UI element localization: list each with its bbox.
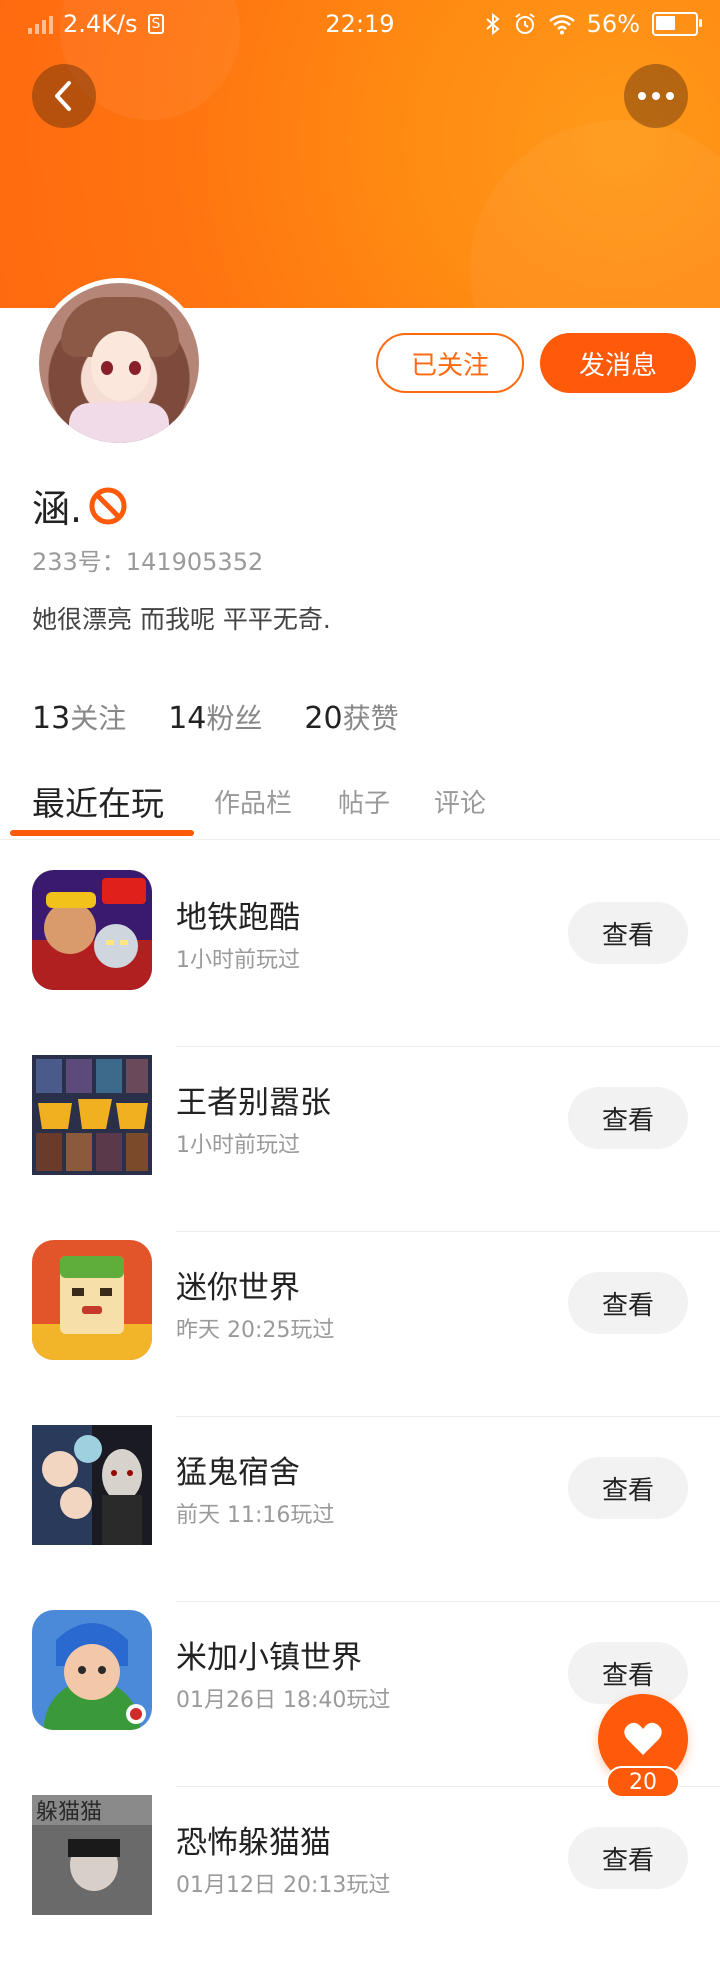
- like-count-badge: 20: [606, 1766, 680, 1798]
- subway-surfers-icon: [32, 870, 152, 990]
- stat-number: 20: [304, 701, 343, 736]
- divider: [0, 839, 720, 840]
- battery-icon: [652, 12, 702, 36]
- bluetooth-icon: [485, 12, 500, 36]
- game-icon-label: 躲猫猫: [36, 1800, 102, 1825]
- list-item[interactable]: 地铁跑酷 1小时前玩过 查看: [0, 862, 720, 1047]
- view-button[interactable]: 查看: [568, 1642, 688, 1704]
- mini-world-icon: [32, 1240, 152, 1360]
- ban-icon: [89, 487, 127, 524]
- game-title: 迷你世界: [176, 1270, 300, 1306]
- game-last-played: 1小时前玩过: [176, 948, 300, 973]
- battery-percent: 56%: [586, 10, 640, 38]
- tab-posts[interactable]: 帖子: [338, 783, 390, 820]
- stat-followers[interactable]: 14粉丝: [168, 697, 262, 737]
- list-item[interactable]: 王者别嚣张 1小时前玩过 查看: [0, 1047, 720, 1232]
- stat-likes[interactable]: 20获赞: [304, 697, 398, 737]
- profile-tabs: 最近在玩 作品栏 帖子 评论: [0, 775, 720, 839]
- game-title: 米加小镇世界: [176, 1640, 362, 1676]
- game-last-played: 01月12日 20:13玩过: [176, 1873, 391, 1898]
- horror-hide-seek-icon: 躲猫猫: [32, 1795, 152, 1915]
- recent-games-list: 地铁跑酷 1小时前玩过 查看 王者别嚣张 1小时前玩过 查看 迷你世界 昨天 2…: [0, 862, 720, 1972]
- ghost-dorm-icon: [32, 1425, 152, 1545]
- game-last-played: 昨天 20:25玩过: [176, 1318, 335, 1343]
- status-bar: 2.4K/s S 22:19 56%: [0, 0, 720, 50]
- stat-following[interactable]: 13关注: [32, 697, 126, 737]
- followed-button[interactable]: 已关注: [376, 333, 524, 393]
- game-last-played: 前天 11:16玩过: [176, 1503, 335, 1528]
- list-item[interactable]: 猛鬼宿舍 前天 11:16玩过 查看: [0, 1417, 720, 1602]
- view-button[interactable]: 查看: [568, 1457, 688, 1519]
- header-decoration: [470, 120, 720, 308]
- tab-recently-played[interactable]: 最近在玩: [32, 777, 164, 825]
- avatar-image: [39, 283, 199, 443]
- list-item[interactable]: 躲猫猫 恐怖躲猫猫 01月12日 20:13玩过 查看: [0, 1787, 720, 1972]
- stat-label: 粉丝: [206, 702, 263, 735]
- game-title: 王者别嚣张: [176, 1085, 331, 1121]
- chevron-left-icon: [55, 81, 71, 111]
- game-last-played: 1小时前玩过: [176, 1133, 300, 1158]
- user-bio: 她很漂亮 而我呢 平平无奇.: [32, 605, 331, 634]
- 5v5-game-icon: [32, 1055, 152, 1175]
- send-message-button[interactable]: 发消息: [540, 333, 696, 393]
- username-text: 涵.: [32, 487, 83, 531]
- view-button[interactable]: 查看: [568, 902, 688, 964]
- game-last-played: 01月26日 18:40玩过: [176, 1688, 391, 1713]
- stat-number: 13: [32, 701, 71, 736]
- stat-label: 关注: [70, 702, 127, 735]
- username: 涵.: [32, 478, 128, 533]
- avatar[interactable]: [34, 278, 204, 448]
- more-button[interactable]: [624, 64, 688, 128]
- stats-row: 13关注 14粉丝 20获赞: [32, 697, 399, 737]
- view-button[interactable]: 查看: [568, 1827, 688, 1889]
- heart-icon: [624, 1722, 662, 1755]
- tab-comments[interactable]: 评论: [434, 783, 486, 820]
- game-title: 恐怖躲猫猫: [176, 1825, 331, 1861]
- stat-number: 14: [168, 701, 207, 736]
- active-tab-indicator: [10, 830, 194, 836]
- back-button[interactable]: [32, 64, 96, 128]
- user-id: 233号：141905352: [32, 548, 264, 576]
- more-dots-icon: [638, 92, 674, 100]
- battery-level-fill: [656, 16, 675, 30]
- view-button[interactable]: 查看: [568, 1087, 688, 1149]
- alarm-clock-icon: [515, 13, 535, 34]
- game-title: 地铁跑酷: [176, 900, 300, 936]
- stat-label: 获赞: [342, 702, 399, 735]
- game-title: 猛鬼宿舍: [176, 1455, 300, 1491]
- tab-works[interactable]: 作品栏: [214, 783, 292, 820]
- status-right: 56%: [485, 10, 702, 38]
- miga-town-icon: [32, 1610, 152, 1730]
- list-item[interactable]: 迷你世界 昨天 20:25玩过 查看: [0, 1232, 720, 1417]
- view-button[interactable]: 查看: [568, 1272, 688, 1334]
- wifi-icon: [548, 14, 575, 35]
